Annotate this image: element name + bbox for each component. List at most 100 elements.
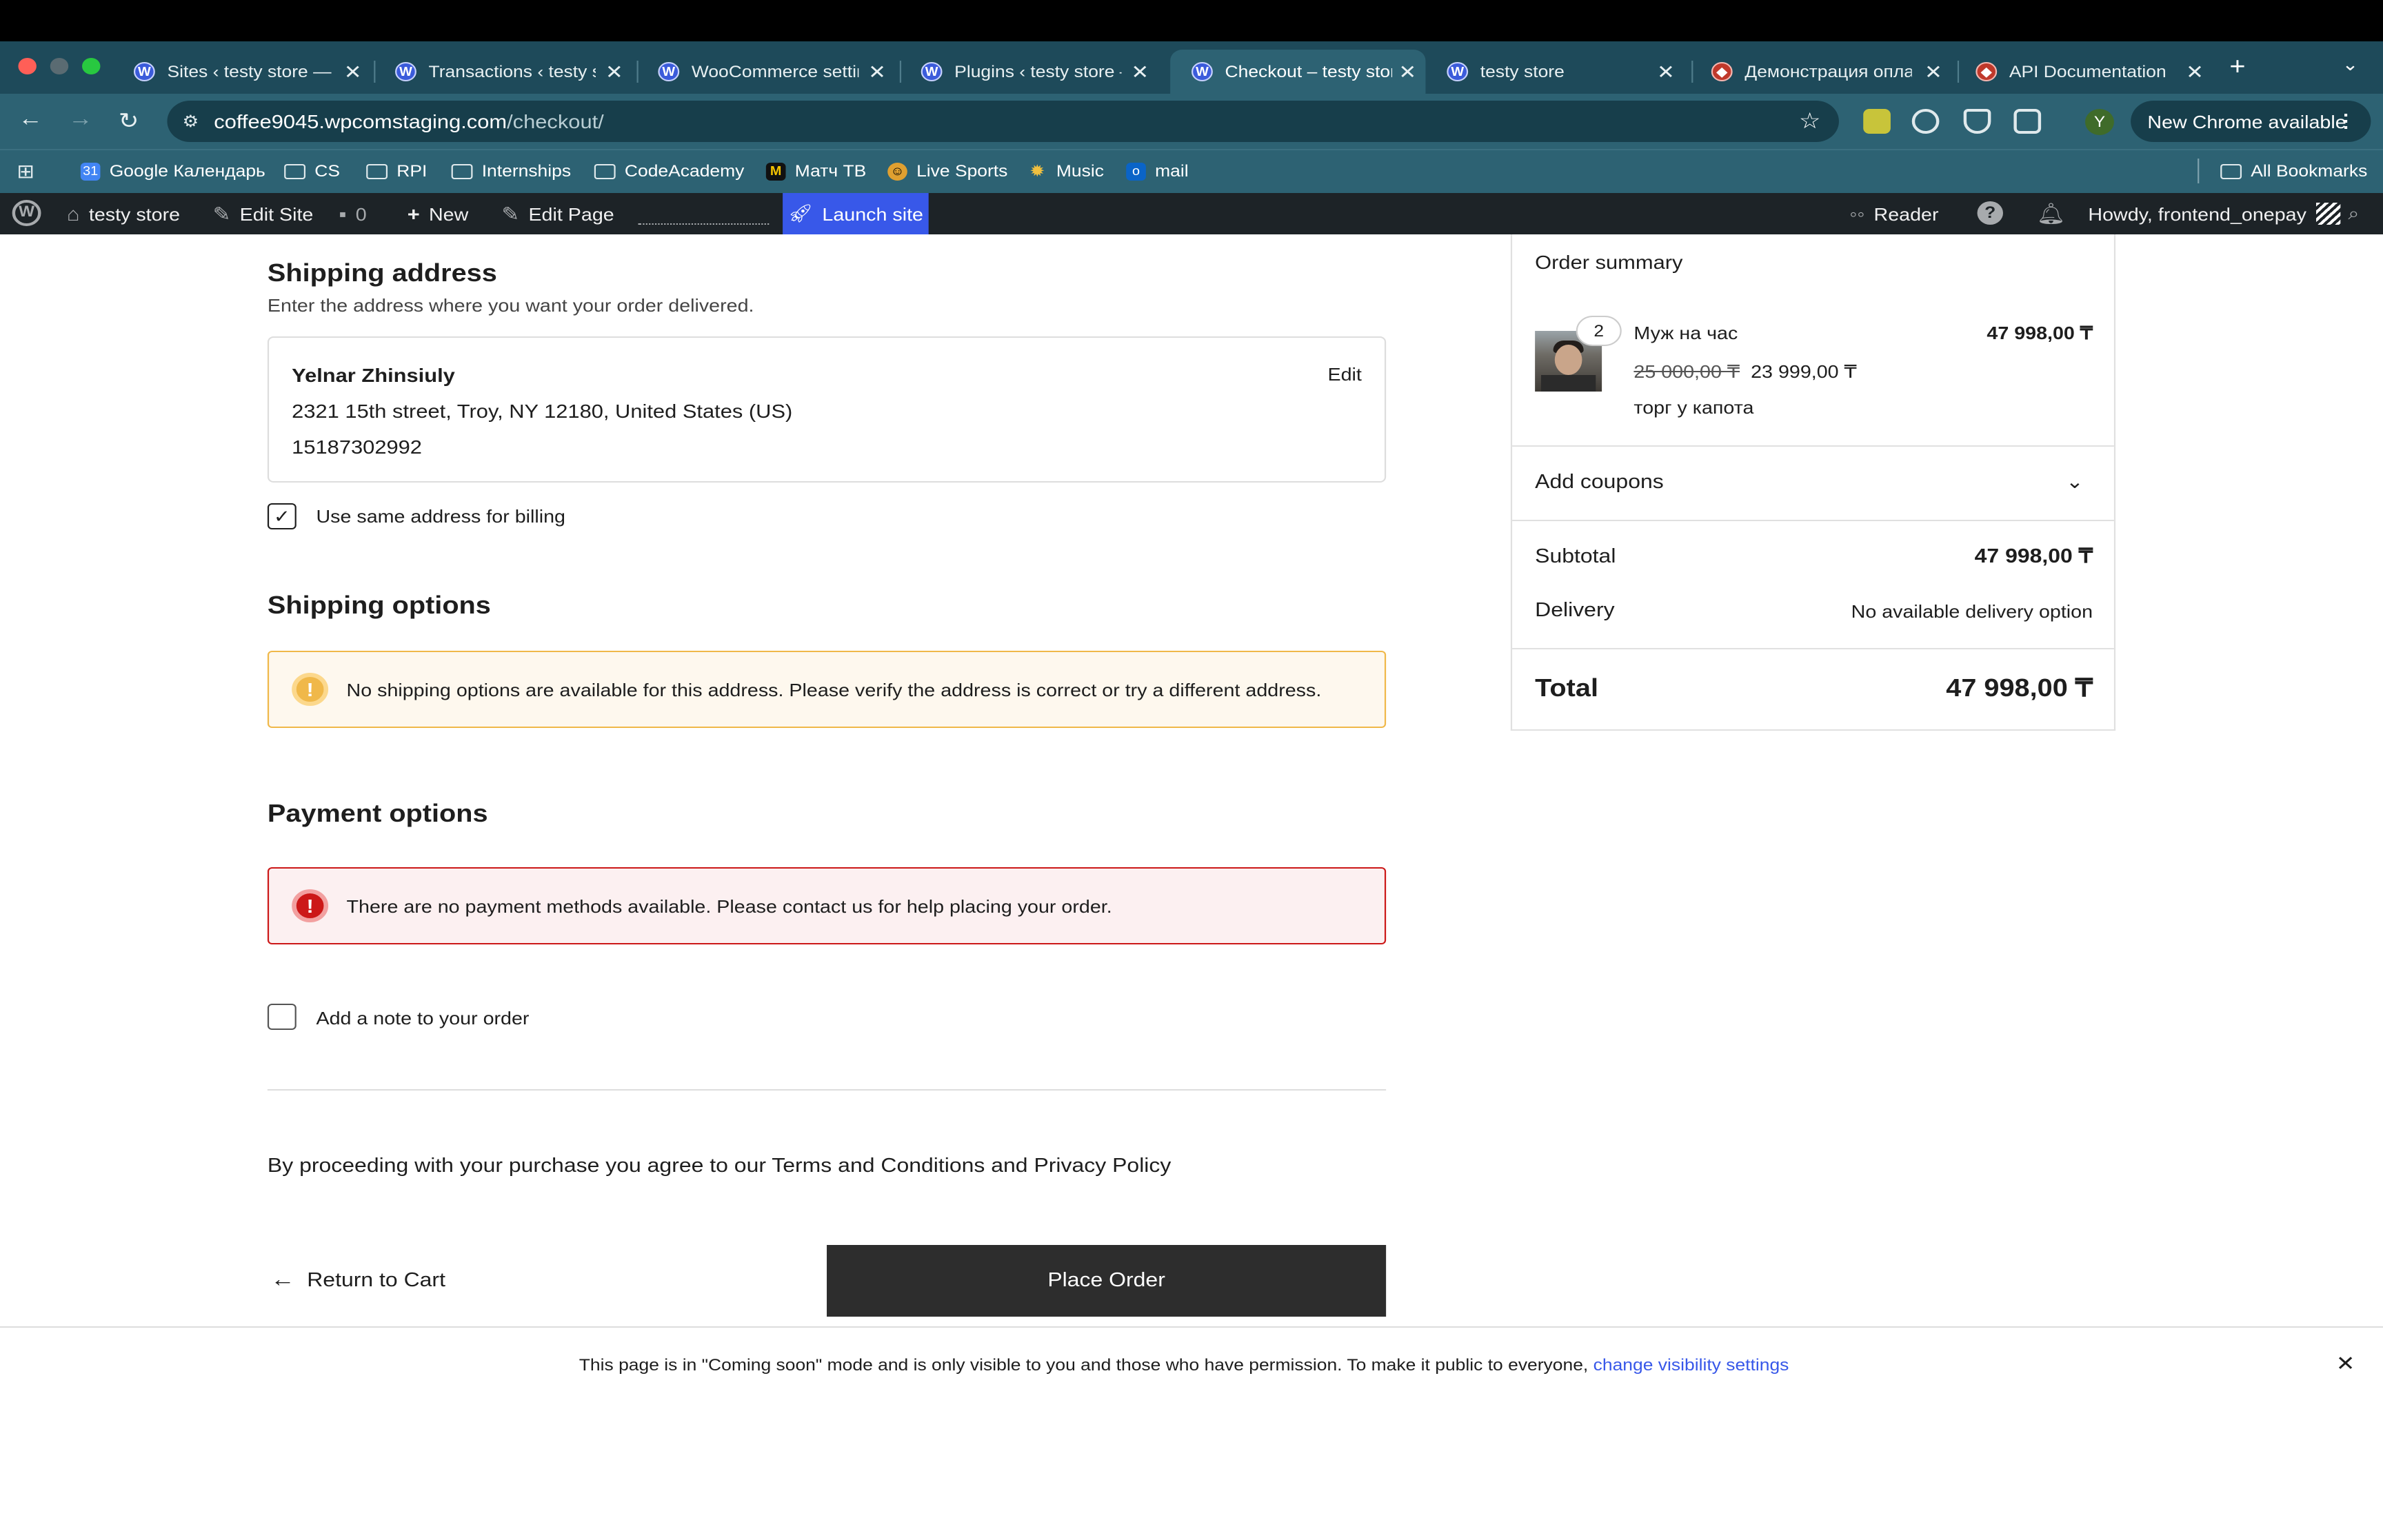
bookmark-google-calendar[interactable]: 31 Google Календарь bbox=[80, 161, 265, 181]
bookmark-match-tv[interactable]: M Матч ТВ bbox=[765, 161, 866, 181]
profile-avatar[interactable]: Y bbox=[2085, 109, 2114, 135]
browser-tab[interactable]: W WooCommerce settin ✕ bbox=[637, 50, 896, 94]
subtotal-value: 47 998,00 ₸ bbox=[1974, 546, 2093, 568]
wordpress-logo-icon[interactable]: W bbox=[12, 200, 41, 226]
launch-site-button[interactable]: 🚀︎ Launch site bbox=[783, 193, 929, 234]
wordpress-icon: W bbox=[1192, 62, 1213, 81]
maximize-window-icon[interactable] bbox=[82, 58, 101, 74]
total-value: 47 998,00 ₸ bbox=[1946, 674, 2093, 702]
bookmark-label: Live Sports bbox=[916, 161, 1008, 181]
address-bar[interactable]: ⚙ coffee9045.wpcomstaging.com /checkout/… bbox=[167, 101, 1839, 142]
bookmark-music[interactable]: ✹ Music bbox=[1027, 161, 1104, 181]
wp-account-menu[interactable]: Howdy, frontend_onepay bbox=[2088, 203, 2340, 225]
wp-site-name[interactable]: ⌂ testy store bbox=[67, 203, 180, 225]
apps-grid-icon[interactable]: ⊞ bbox=[17, 160, 34, 183]
delivery-value: No available delivery option bbox=[1851, 601, 2093, 622]
order-summary-title: Order summary bbox=[1535, 251, 1683, 273]
back-icon[interactable]: ← bbox=[18, 108, 42, 132]
extension-icon[interactable] bbox=[1863, 109, 1891, 134]
close-tab-icon[interactable]: ✕ bbox=[1398, 60, 1416, 83]
minimize-window-icon[interactable] bbox=[50, 58, 69, 74]
tab-search-icon[interactable]: ⌄ bbox=[2342, 54, 2359, 76]
help-icon[interactable]: ? bbox=[1977, 201, 2004, 225]
payment-options-title: Payment options bbox=[267, 800, 488, 827]
return-to-cart-label: Return to Cart bbox=[307, 1270, 445, 1292]
browser-tab[interactable]: W Sites ‹ testy store — W ✕ bbox=[112, 50, 371, 94]
browser-tab[interactable]: W Plugins ‹ testy store — ✕ bbox=[900, 50, 1158, 94]
shield-icon[interactable] bbox=[1963, 109, 1991, 134]
tab-title: API Documentation bbox=[2009, 62, 2166, 81]
shipping-address-title: Shipping address bbox=[267, 259, 497, 287]
wp-edit-site[interactable]: ✎ Edit Site bbox=[213, 203, 314, 226]
grammarly-icon[interactable] bbox=[1911, 109, 1940, 134]
rocket-icon: 🚀︎ bbox=[787, 203, 814, 223]
payment-error-text: There are no payment methods available. … bbox=[346, 895, 1112, 916]
browser-tab[interactable]: W testy store ✕ bbox=[1425, 50, 1684, 94]
bookmark-star-icon[interactable]: ☆ bbox=[1799, 108, 1821, 135]
new-label: New bbox=[428, 203, 469, 224]
chevron-down-icon[interactable]: ⌄ bbox=[2066, 470, 2084, 494]
same-billing-label[interactable]: Use same address for billing bbox=[316, 506, 565, 527]
search-icon[interactable]: ⌕ bbox=[2348, 203, 2359, 225]
close-window-icon[interactable] bbox=[18, 58, 37, 74]
wp-comments[interactable]: ▪ 0 bbox=[339, 203, 367, 225]
magnifier-icon: ⌕ bbox=[2348, 203, 2360, 223]
bookmark-mail[interactable]: o mail bbox=[1126, 161, 1189, 181]
bookmark-folder-codeacademy[interactable]: CodeAcademy bbox=[594, 161, 744, 181]
shipping-options-warning: ! No shipping options are available for … bbox=[267, 651, 1387, 728]
change-visibility-link[interactable]: change visibility settings bbox=[1593, 1355, 1789, 1375]
close-tab-icon[interactable]: ✕ bbox=[605, 60, 623, 83]
same-billing-checkbox[interactable]: ✓ bbox=[267, 503, 296, 529]
browser-tab[interactable]: ◆ API Documentation ✕ bbox=[1954, 50, 2213, 94]
add-coupons-toggle[interactable]: Add coupons bbox=[1535, 472, 1664, 494]
chrome-menu-icon[interactable]: ⋮ bbox=[2336, 110, 2356, 132]
close-tab-icon[interactable]: ✕ bbox=[344, 60, 362, 83]
new-chrome-available-button[interactable]: New Chrome available ⋮ bbox=[2131, 101, 2371, 142]
forward-icon[interactable]: → bbox=[68, 108, 92, 132]
folder-icon bbox=[451, 163, 473, 179]
all-bookmarks-button[interactable]: All Bookmarks bbox=[2220, 161, 2367, 181]
wp-new[interactable]: + New bbox=[408, 203, 469, 225]
browser-tab-active[interactable]: W Checkout – testy stor ✕ bbox=[1170, 50, 1426, 94]
bookmark-label: Music bbox=[1056, 161, 1104, 181]
wordpress-icon: W bbox=[921, 62, 943, 81]
bookmark-live-sports[interactable]: ☺ Live Sports bbox=[887, 161, 1007, 181]
bookmarks-divider bbox=[2198, 159, 2200, 183]
extensions-puzzle-icon[interactable] bbox=[2013, 109, 2042, 134]
bookmark-folder-cs[interactable]: CS bbox=[284, 161, 340, 181]
music-icon: ✹ bbox=[1029, 161, 1045, 181]
browser-tab[interactable]: ◆ Демонстрация опла ✕ bbox=[1690, 50, 1951, 94]
place-order-button[interactable]: Place Order bbox=[827, 1245, 1387, 1317]
site-info-icon[interactable]: ⚙ bbox=[182, 112, 199, 131]
reload-icon[interactable]: ↻ bbox=[119, 108, 139, 135]
site-name-label: testy store bbox=[88, 203, 181, 224]
product-name: Муж на час bbox=[1633, 323, 1738, 343]
close-banner-icon[interactable]: ✕ bbox=[2336, 1351, 2355, 1376]
new-tab-button[interactable]: + bbox=[2229, 52, 2245, 81]
bookmark-label: CS bbox=[314, 161, 340, 181]
reader-glasses-icon: ◦◦ bbox=[1849, 203, 1865, 225]
browser-tab[interactable]: W Transactions ‹ testy st ✕ bbox=[374, 50, 632, 94]
close-tab-icon[interactable]: ✕ bbox=[1657, 60, 1675, 83]
folder-icon bbox=[594, 163, 616, 179]
wp-edit-page[interactable]: ✎ Edit Page bbox=[501, 203, 614, 226]
order-note-label[interactable]: Add a note to your order bbox=[316, 1008, 529, 1029]
wp-reader[interactable]: ◦◦ Reader bbox=[1849, 203, 1938, 225]
close-tab-icon[interactable]: ✕ bbox=[868, 60, 886, 83]
notifications-bell-icon[interactable]: 🔔︎ bbox=[2036, 201, 2065, 226]
close-tab-icon[interactable]: ✕ bbox=[1131, 60, 1149, 83]
return-to-cart-link[interactable]: ← Return to Cart bbox=[270, 1268, 445, 1293]
edit-address-button[interactable]: Edit bbox=[1327, 364, 1361, 385]
address-line: 2321 15th street, Troy, NY 12180, United… bbox=[292, 400, 793, 422]
tab-title: Sites ‹ testy store — W bbox=[167, 62, 334, 81]
payment-brand-icon: ◆ bbox=[1975, 62, 1998, 81]
order-note-checkbox[interactable] bbox=[267, 1004, 296, 1030]
shipping-address-subtitle: Enter the address where you want your or… bbox=[267, 295, 754, 316]
outlook-icon: o bbox=[1126, 162, 1146, 180]
edit-page-label: Edit Page bbox=[528, 204, 614, 225]
close-tab-icon[interactable]: ✕ bbox=[1924, 60, 1942, 83]
bookmark-folder-internships[interactable]: Internships bbox=[451, 161, 571, 181]
stats-sparkline[interactable] bbox=[638, 222, 770, 225]
bookmark-folder-rpi[interactable]: RPI bbox=[366, 161, 427, 181]
close-tab-icon[interactable]: ✕ bbox=[2186, 60, 2204, 83]
